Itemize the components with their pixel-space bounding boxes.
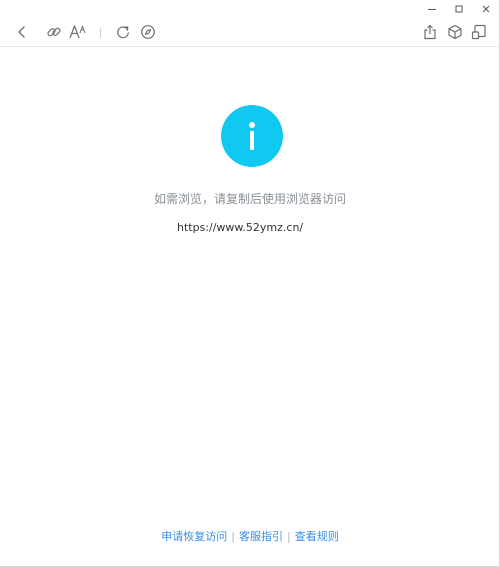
toolbar bbox=[0, 18, 499, 47]
minimize-button[interactable] bbox=[420, 0, 444, 18]
cube-icon bbox=[447, 24, 463, 40]
maximize-icon bbox=[454, 4, 464, 14]
footer-links: 申请恢复访问 | 客服指引 | 查看规则 bbox=[0, 529, 499, 545]
font-size-button[interactable] bbox=[68, 22, 88, 42]
blocked-url: https://www.52ymz.cn/ bbox=[177, 221, 304, 234]
share-button[interactable] bbox=[420, 22, 440, 42]
close-button[interactable] bbox=[474, 0, 498, 18]
toolbar-separator bbox=[100, 28, 101, 38]
copy-link-button[interactable] bbox=[44, 22, 64, 42]
minimize-icon bbox=[427, 4, 437, 14]
back-arrow-icon bbox=[15, 25, 29, 39]
compass-icon bbox=[140, 24, 156, 40]
footer-divider: | bbox=[231, 530, 235, 543]
link-icon bbox=[46, 24, 62, 40]
view-rules-link[interactable]: 查看规则 bbox=[295, 530, 339, 543]
close-icon bbox=[481, 4, 491, 14]
browser-window: 如需浏览，请复制后使用浏览器访问 https://www.52ymz.cn/ 申… bbox=[0, 0, 500, 567]
back-button[interactable] bbox=[12, 22, 32, 42]
info-icon bbox=[221, 105, 283, 167]
apply-restore-link[interactable]: 申请恢复访问 bbox=[161, 530, 227, 543]
share-icon bbox=[422, 24, 438, 40]
refresh-button[interactable] bbox=[113, 22, 133, 42]
miniprogram-button[interactable] bbox=[445, 22, 465, 42]
warning-message: 如需浏览，请复制后使用浏览器访问 bbox=[153, 192, 346, 206]
title-bar bbox=[0, 0, 499, 18]
footer-divider: | bbox=[287, 530, 291, 543]
floating-window-button[interactable] bbox=[469, 22, 489, 42]
refresh-icon bbox=[115, 24, 131, 40]
window-icon bbox=[471, 24, 487, 40]
customer-service-guide-link[interactable]: 客服指引 bbox=[239, 530, 283, 543]
open-in-browser-button[interactable] bbox=[138, 22, 158, 42]
maximize-button[interactable] bbox=[447, 0, 471, 18]
font-size-icon bbox=[69, 24, 87, 40]
